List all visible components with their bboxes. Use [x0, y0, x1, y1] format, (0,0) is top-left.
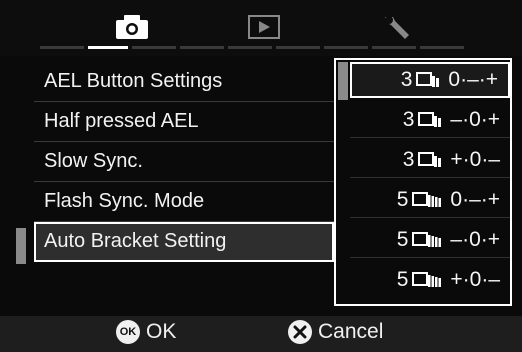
- frame-count: 5: [396, 227, 409, 251]
- ok-label: OK: [146, 320, 177, 343]
- bracket-option[interactable]: 5 0·–·+: [350, 182, 510, 218]
- burst-5-icon: [412, 272, 442, 287]
- play-icon: [248, 15, 280, 39]
- cancel-x-icon: [288, 320, 312, 344]
- tab-divider: [372, 46, 416, 49]
- frame-count: 3: [402, 147, 415, 171]
- bracket-sequence: –·0·+: [450, 227, 500, 251]
- menu-item-label: Auto Bracket Setting: [44, 230, 227, 252]
- menu-item-slow-sync[interactable]: Slow Sync.: [34, 142, 334, 182]
- wrench-icon: [385, 16, 409, 39]
- bracket-sequence: 0·–·+: [448, 68, 498, 91]
- ok-button[interactable]: OK OK: [116, 320, 176, 344]
- menu-list: AEL Button Settings Half pressed AEL Slo…: [34, 62, 334, 262]
- menu-item-label: Flash Sync. Mode: [44, 190, 205, 212]
- camera-menu-screen: AEL Button Settings Half pressed AEL Slo…: [0, 0, 522, 352]
- frame-count: 3: [400, 68, 413, 91]
- cancel-label: Cancel: [318, 320, 384, 343]
- frame-count: 5: [396, 268, 409, 291]
- menu-item-label: Half pressed AEL: [44, 110, 199, 132]
- tab-setup[interactable]: [378, 12, 418, 42]
- frame-count: 3: [402, 107, 415, 131]
- menu-item-flash-sync-mode[interactable]: Flash Sync. Mode: [34, 182, 334, 222]
- tab-divider: [276, 46, 320, 49]
- tab-divider: [132, 46, 176, 49]
- tab-camera[interactable]: [112, 12, 152, 42]
- tab-divider: [40, 46, 84, 49]
- bracket-sequence: 0·–·+: [450, 187, 500, 211]
- bracket-options-popup: 3 0·–·+ 3 –·0·+ 3 +·0·– 5 0·–·+ 5 –·0·+ …: [334, 58, 512, 306]
- tab-divider: [420, 46, 464, 49]
- bracket-option[interactable]: 5 –·0·+: [350, 222, 510, 258]
- bracket-option[interactable]: 3 0·–·+: [350, 62, 510, 98]
- bracket-option[interactable]: 5 +·0·–: [350, 262, 510, 298]
- burst-3-icon: [418, 111, 442, 127]
- frame-count: 5: [396, 187, 409, 211]
- bracket-sequence: –·0·+: [450, 107, 500, 131]
- bracket-option[interactable]: 3 –·0·+: [350, 102, 510, 138]
- burst-5-icon: [412, 191, 442, 207]
- menu-item-half-pressed-ael[interactable]: Half pressed AEL: [34, 102, 334, 142]
- tab-divider: [180, 46, 224, 49]
- tab-playback[interactable]: [246, 12, 282, 42]
- menu-item-label: Slow Sync.: [44, 150, 143, 172]
- camera-icon: [116, 15, 148, 39]
- selection-marker: [16, 228, 26, 264]
- tab-active-indicator: [88, 46, 128, 49]
- bracket-sequence: +·0·–: [450, 268, 500, 291]
- burst-5-icon: [412, 231, 442, 247]
- popup-scrollbar[interactable]: [338, 62, 348, 100]
- menu-item-label: AEL Button Settings: [44, 70, 223, 92]
- menu-item-ael-button-settings[interactable]: AEL Button Settings: [34, 62, 334, 102]
- menu-item-auto-bracket-setting[interactable]: Auto Bracket Setting: [34, 222, 334, 262]
- ok-button-icon: OK: [116, 320, 140, 344]
- bracket-option[interactable]: 3 +·0·–: [350, 142, 510, 178]
- tab-divider: [324, 46, 368, 49]
- bracket-sequence: +·0·–: [450, 147, 500, 171]
- bottom-bar: OK OK Cancel: [0, 316, 522, 352]
- burst-3-icon: [416, 72, 440, 87]
- burst-3-icon: [418, 151, 442, 167]
- tab-bar: [0, 0, 522, 56]
- tab-divider: [228, 46, 272, 49]
- cancel-button[interactable]: Cancel: [288, 320, 383, 344]
